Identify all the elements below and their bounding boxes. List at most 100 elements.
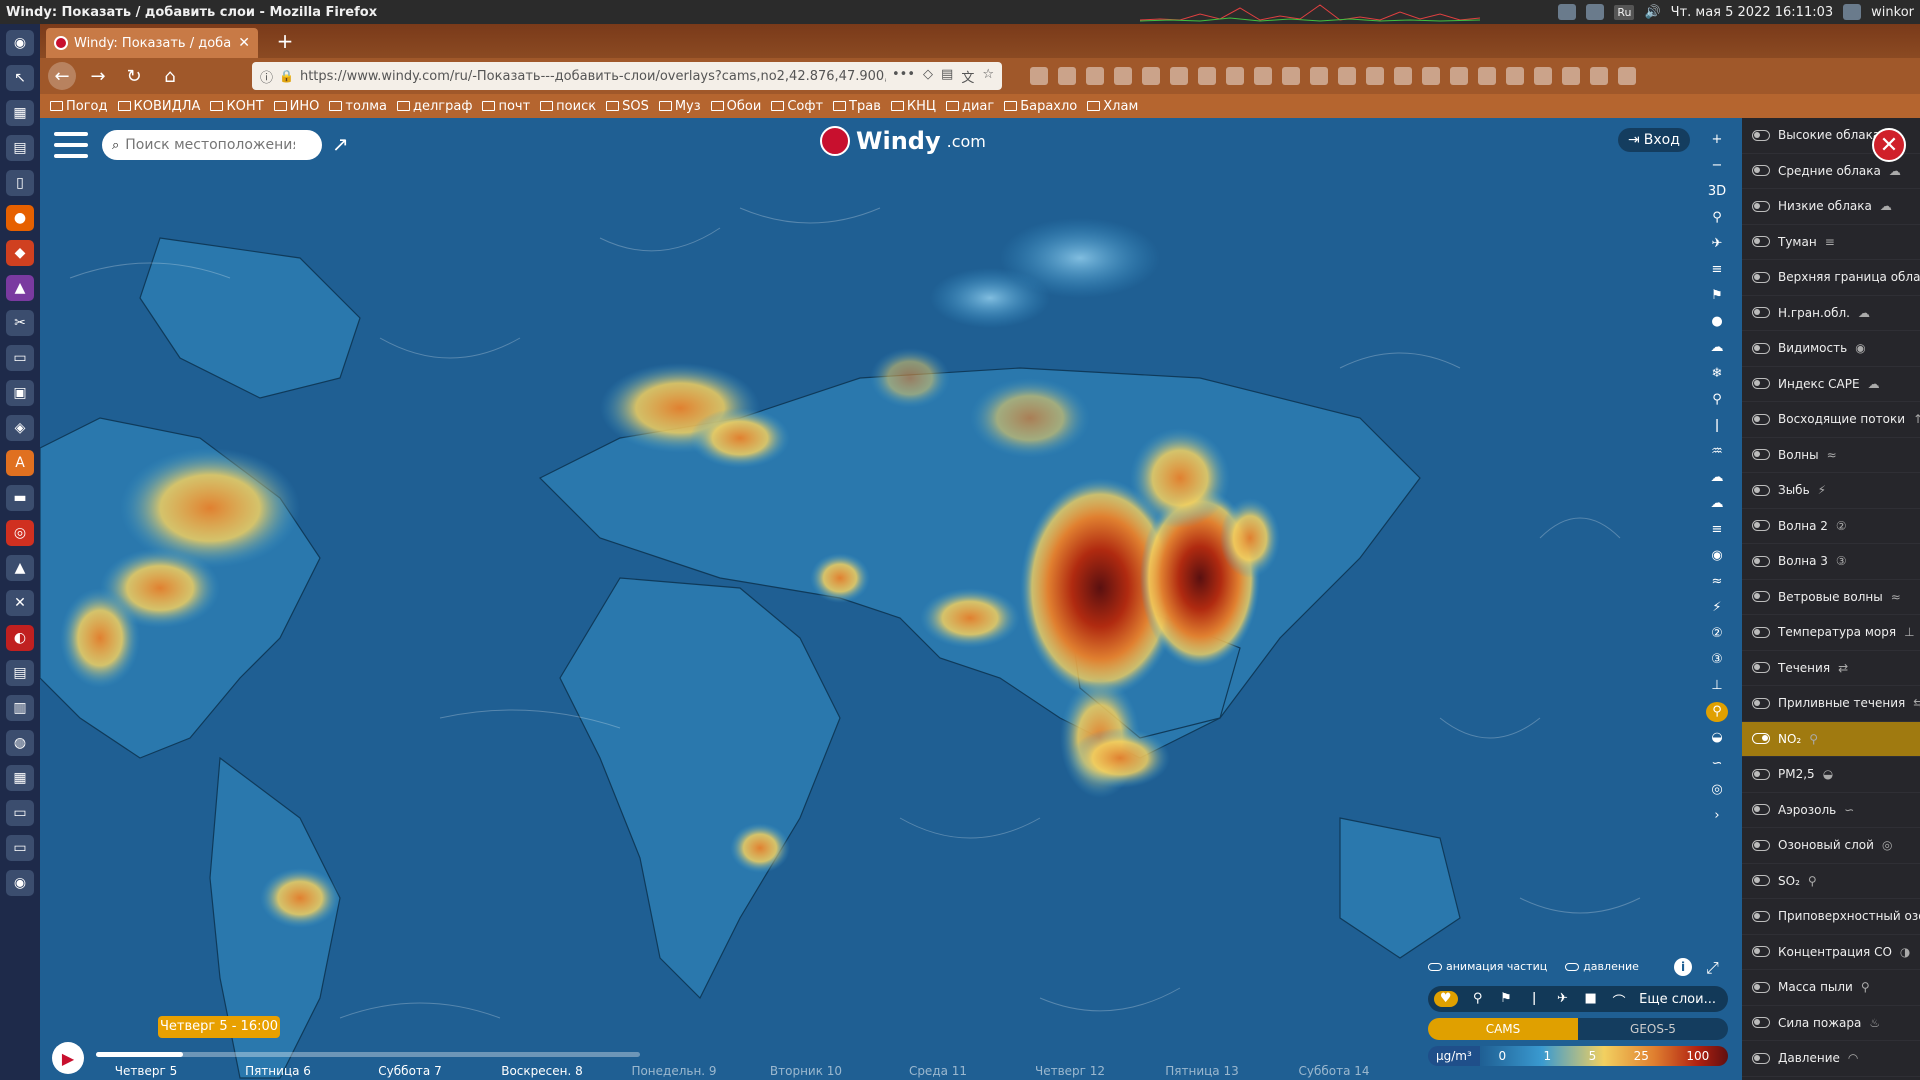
translate-icon[interactable]: 文 — [961, 67, 974, 86]
app-icon[interactable]: ▦ — [6, 100, 34, 126]
aerosol-icon[interactable]: ∽ — [1706, 754, 1728, 774]
toggle-switch[interactable] — [1752, 591, 1770, 603]
disc-icon[interactable]: ◉ — [6, 870, 34, 896]
toggle-switch[interactable] — [1752, 839, 1770, 851]
source-cams[interactable]: CAMS — [1428, 1018, 1578, 1040]
toggle-switch[interactable] — [1752, 768, 1770, 780]
extension-icon[interactable] — [1310, 67, 1328, 85]
extension-icon[interactable] — [1478, 67, 1496, 85]
toggle-switch[interactable] — [1752, 555, 1770, 567]
search-input[interactable] — [125, 137, 296, 153]
app-icon[interactable]: ▣ — [6, 380, 34, 406]
overlay-item[interactable]: Волна 2 ② — [1742, 509, 1920, 544]
cloud-base-icon[interactable]: ☁ — [1706, 494, 1728, 514]
bookmark-folder[interactable]: КОВИДЛА — [117, 99, 200, 114]
overlay-item[interactable]: Аэрозоль ∽ — [1742, 793, 1920, 828]
keyboard-layout[interactable]: Ru — [1614, 4, 1635, 20]
cursor-icon[interactable]: ↖ — [6, 65, 34, 91]
bookmark-folder[interactable]: Софт — [771, 99, 823, 114]
overlay-item[interactable]: Озоновый слой ◎ — [1742, 828, 1920, 864]
share-icon[interactable]: ↗ — [332, 132, 358, 158]
fullscreen-icon[interactable]: ⤢ — [1706, 958, 1719, 978]
waves-icon[interactable]: ≈ — [1706, 572, 1728, 592]
toggle-switch[interactable] — [1752, 129, 1770, 141]
bookmark-folder[interactable]: Обои — [710, 99, 761, 114]
app-icon[interactable]: ▤ — [6, 660, 34, 686]
brave-icon[interactable]: ◆ — [6, 240, 34, 266]
wind-icon[interactable]: ⚲ — [1470, 991, 1486, 1007]
timeline-day[interactable]: Вторник 10 — [740, 1064, 872, 1078]
toggle-switch[interactable] — [1752, 342, 1770, 354]
download-icon[interactable] — [1030, 67, 1048, 85]
wind-icon[interactable]: ⚲ — [1706, 208, 1728, 228]
extension-icon[interactable] — [1254, 67, 1272, 85]
help-icon[interactable]: ◎ — [6, 520, 34, 546]
overlay-item[interactable]: Волны ≈ — [1742, 438, 1920, 473]
toggle-switch[interactable] — [1752, 697, 1770, 709]
overlay-item[interactable]: PM2,5 ◒ — [1742, 757, 1920, 793]
toggle-switch[interactable] — [1752, 1052, 1770, 1064]
zoom-out-button[interactable]: − — [1706, 156, 1728, 176]
more-layers-button[interactable]: Еще слои... — [1639, 992, 1722, 1007]
drive-icon[interactable]: ▭ — [6, 345, 34, 371]
overlay-item[interactable]: Масса пыли ⚲ — [1742, 970, 1920, 1006]
temperature-icon[interactable]: ǀ — [1706, 416, 1728, 436]
toggle-switch[interactable] — [1752, 1017, 1770, 1029]
bookmark-folder[interactable]: Погод — [50, 99, 108, 114]
toggle-switch[interactable] — [1752, 165, 1770, 177]
number-2-icon[interactable]: ② — [1706, 624, 1728, 644]
timeline-day[interactable]: Воскресен. 8 — [476, 1064, 608, 1078]
drop-icon[interactable]: ● — [1706, 312, 1728, 332]
toggle-switch[interactable] — [1752, 271, 1770, 283]
toggle-switch[interactable] — [1752, 804, 1770, 816]
overlay-item[interactable]: Концентрация CO ◑ — [1742, 935, 1920, 970]
software-center-icon[interactable]: A — [6, 450, 34, 476]
flag-icon[interactable]: ▤ — [941, 67, 953, 86]
timeline-day[interactable]: Четверг 5 — [80, 1064, 212, 1078]
extension-icon[interactable] — [1114, 67, 1132, 85]
app-icon[interactable]: ▲ — [6, 275, 34, 301]
overlay-item[interactable]: Верхняя граница облак — [1742, 260, 1920, 296]
extension-icon[interactable] — [1170, 67, 1188, 85]
app-icon[interactable]: ◐ — [6, 625, 34, 651]
extension-icon[interactable] — [1422, 67, 1440, 85]
bookmark-folder[interactable]: КОНТ — [210, 99, 264, 114]
timeline-day[interactable]: Пятница 6 — [212, 1064, 344, 1078]
bookmark-folder[interactable]: диаг — [945, 99, 994, 114]
overlay-item[interactable]: Видимость ◉ — [1742, 331, 1920, 367]
bookmark-folder[interactable]: КНЦ — [890, 99, 936, 114]
bookmark-folder[interactable]: толма — [329, 99, 387, 114]
toggle-switch[interactable] — [1752, 413, 1770, 425]
bookmark-folder[interactable]: SOS — [606, 99, 649, 114]
extension-icon[interactable] — [1394, 67, 1412, 85]
timeline-day[interactable]: Пятница 13 — [1136, 1064, 1268, 1078]
sea-temp-icon[interactable]: ⊥ — [1706, 676, 1728, 696]
app-icon[interactable]: ▲ — [6, 555, 34, 581]
timeline-day[interactable]: Суббота 7 — [344, 1064, 476, 1078]
app-icon[interactable]: ◈ — [6, 415, 34, 441]
forward-button[interactable]: → — [84, 62, 112, 90]
back-button[interactable]: ← — [48, 62, 76, 90]
overlay-item[interactable]: Давление ◠ — [1742, 1041, 1920, 1077]
extension-icon[interactable] — [1142, 67, 1160, 85]
particles-toggle[interactable]: анимация частиц — [1428, 960, 1547, 973]
no2-map-canvas[interactable] — [40, 118, 1742, 1080]
bookmark-folder[interactable]: Барахло — [1004, 99, 1077, 114]
overlay-item[interactable]: Н.гран.обл. ☁ — [1742, 296, 1920, 331]
timeline-track[interactable] — [96, 1052, 640, 1057]
sidebar-icon[interactable] — [1086, 67, 1104, 85]
extension-icon[interactable] — [1534, 67, 1552, 85]
pressure-toggle[interactable]: давление — [1565, 960, 1639, 973]
timeline-day[interactable]: Суббота 14 — [1268, 1064, 1400, 1078]
tab-windy[interactable]: Windy: Показать / доба ✕ — [46, 28, 258, 58]
overlay-item[interactable]: Приповерхностный озо — [1742, 899, 1920, 935]
overlay-item[interactable]: Волна 3 ③ — [1742, 544, 1920, 580]
bookmark-folder[interactable]: Муз — [658, 99, 701, 114]
new-tab-button[interactable]: + — [272, 28, 298, 54]
plane-icon[interactable]: ✈ — [1554, 991, 1570, 1007]
favorite-icon[interactable]: ♥ — [1434, 991, 1458, 1007]
app-icon[interactable]: ◍ — [6, 730, 34, 756]
ozone-icon[interactable]: ◎ — [1706, 780, 1728, 800]
radar-icon[interactable]: ⌒ — [1611, 991, 1627, 1010]
info-icon[interactable]: ǀ — [1526, 991, 1542, 1007]
